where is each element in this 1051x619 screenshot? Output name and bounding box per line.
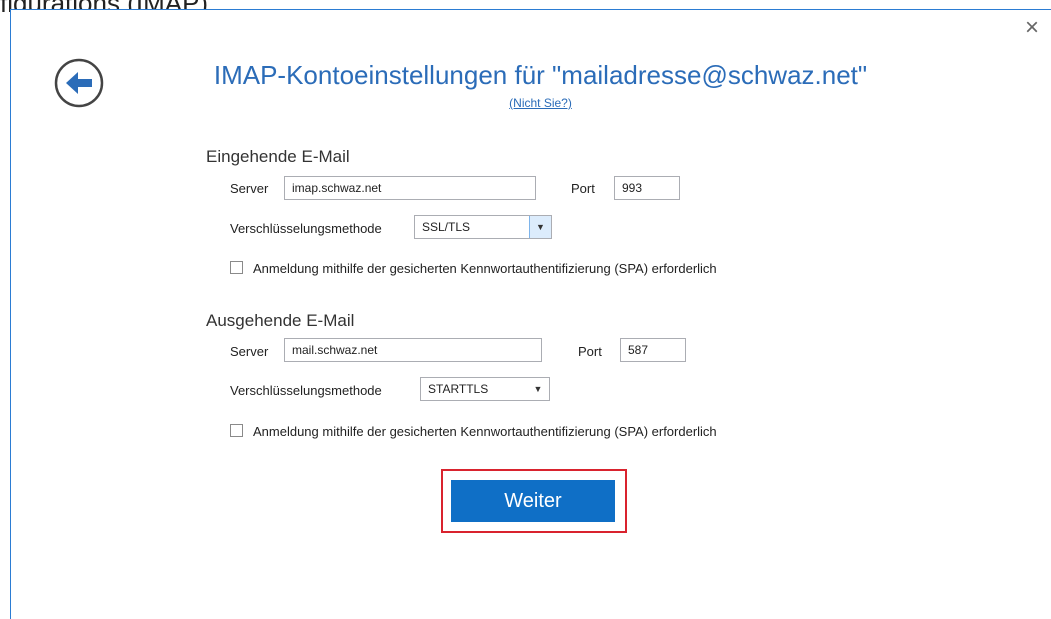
outgoing-spa-label: Anmeldung mithilfe der gesicherten Kennw… bbox=[253, 424, 717, 439]
close-button[interactable]: × bbox=[1021, 16, 1043, 40]
outgoing-port-label: Port bbox=[578, 344, 602, 359]
incoming-encryption-label: Verschlüsselungsmethode bbox=[230, 221, 382, 236]
outgoing-encryption-select[interactable]: STARTTLS ▼ bbox=[420, 377, 550, 401]
screenshot-root: figurations (IMAP) × IMAP-Kontoeinstellu… bbox=[0, 0, 1051, 619]
next-button-highlight: Weiter bbox=[441, 469, 627, 533]
incoming-spa-checkbox[interactable] bbox=[230, 261, 243, 274]
incoming-section-title: Eingehende E-Mail bbox=[206, 147, 350, 166]
incoming-encryption-value: SSL/TLS bbox=[422, 220, 471, 234]
outgoing-encryption-label: Verschlüsselungsmethode bbox=[230, 383, 382, 398]
not-you-link[interactable]: (Nicht Sie?) bbox=[0, 96, 1051, 110]
outgoing-section-title: Ausgehende E-Mail bbox=[206, 311, 355, 330]
incoming-server-input[interactable] bbox=[284, 176, 536, 200]
outgoing-server-input[interactable] bbox=[284, 338, 542, 362]
incoming-encryption-select[interactable]: SSL/TLS ▼ bbox=[414, 215, 552, 239]
outgoing-port-input[interactable] bbox=[620, 338, 686, 362]
incoming-port-input[interactable] bbox=[614, 176, 680, 200]
chevron-down-icon: ▼ bbox=[533, 384, 543, 394]
incoming-spa-label: Anmeldung mithilfe der gesicherten Kennw… bbox=[253, 261, 717, 276]
dialog-title: IMAP-Kontoeinstellungen für "mailadresse… bbox=[213, 60, 868, 90]
outgoing-spa-checkbox[interactable] bbox=[230, 424, 243, 437]
outgoing-encryption-value: STARTTLS bbox=[428, 382, 489, 396]
next-button[interactable]: Weiter bbox=[451, 480, 615, 522]
chevron-down-icon: ▼ bbox=[529, 216, 551, 238]
incoming-server-label: Server bbox=[230, 181, 269, 196]
incoming-port-label: Port bbox=[571, 181, 595, 196]
outgoing-server-label: Server bbox=[230, 344, 269, 359]
